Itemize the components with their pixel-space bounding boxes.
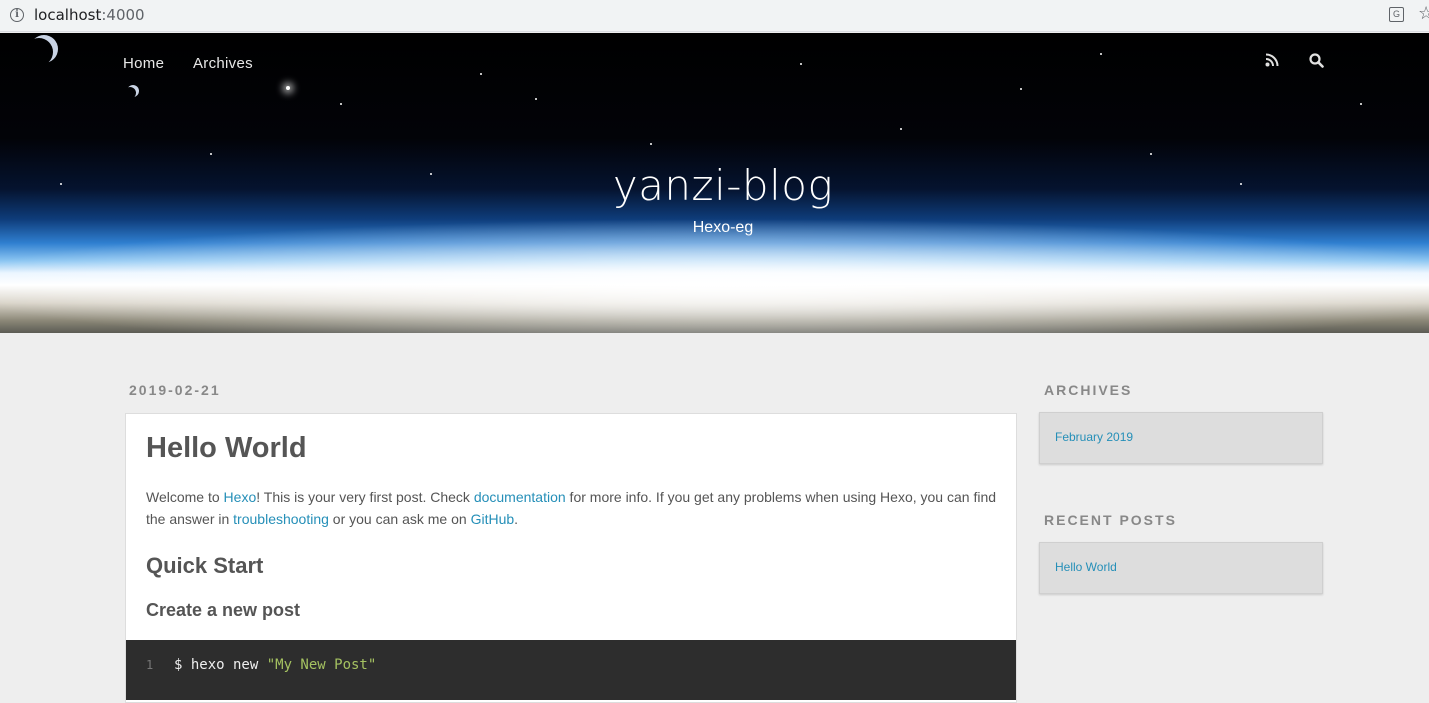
intro-text: ! This is your very first post. Check: [256, 489, 474, 505]
moon-decoration: [30, 35, 58, 63]
post-article: Hello World Welcome to Hexo! This is you…: [125, 413, 1017, 703]
intro-text: or you can ask me on: [328, 511, 471, 527]
nav-home-link[interactable]: Home: [123, 55, 164, 72]
star-decoration: [1100, 53, 1102, 55]
site-title[interactable]: yanzi-blog: [0, 161, 1429, 210]
bookmark-star-icon[interactable]: ☆: [1418, 3, 1429, 24]
url-field[interactable]: localhost:4000: [34, 6, 145, 24]
rss-icon[interactable]: [1265, 53, 1279, 72]
recent-posts-widget-title: RECENT POSTS: [1044, 512, 1177, 528]
info-icon[interactable]: i: [10, 8, 24, 22]
star-decoration: [480, 73, 482, 75]
archives-widget-title: ARCHIVES: [1044, 382, 1133, 398]
archives-widget: February 2019: [1039, 412, 1323, 464]
moon-decoration: [127, 85, 139, 97]
url-host: localhost: [34, 6, 102, 24]
github-link[interactable]: GitHub: [471, 511, 515, 527]
star-decoration: [340, 103, 342, 105]
translate-icon[interactable]: G: [1389, 7, 1404, 22]
intro-text: .: [514, 511, 519, 527]
star-decoration: [210, 153, 212, 155]
code-line: $ hexo new "My New Post": [174, 657, 376, 673]
heading-quick-start: Quick Start: [146, 553, 264, 578]
star-decoration: [1020, 88, 1022, 90]
hexo-link[interactable]: Hexo: [224, 489, 257, 505]
browser-address-bar: i localhost:4000 G ☆: [0, 0, 1429, 32]
heading-create-post: Create a new post: [146, 600, 301, 620]
star-decoration: [650, 143, 652, 145]
code-line-number: 1: [146, 658, 154, 672]
search-icon[interactable]: [1309, 53, 1324, 73]
code-block: 1 $ hexo new "My New Post": [126, 640, 1016, 700]
star-decoration: [535, 98, 537, 100]
nav-archives-link[interactable]: Archives: [193, 55, 253, 72]
post-title[interactable]: Hello World: [146, 432, 307, 465]
star-decoration: [1150, 153, 1152, 155]
archive-link-february-2019[interactable]: February 2019: [1055, 430, 1133, 444]
post-date[interactable]: 2019-02-21: [129, 382, 221, 398]
post-intro-paragraph: Welcome to Hexo! This is your very first…: [146, 486, 1006, 530]
star-decoration: [900, 128, 902, 130]
site-subtitle: Hexo-eg: [692, 219, 754, 236]
bright-star-decoration: [286, 86, 290, 90]
recent-post-link-hello-world[interactable]: Hello World: [1055, 560, 1117, 574]
url-port: :4000: [101, 6, 145, 24]
intro-text: Welcome to: [146, 489, 224, 505]
site-banner: Home Archives yanzi-blog Hexo-eg: [0, 33, 1429, 333]
star-decoration: [1360, 103, 1362, 105]
troubleshooting-link[interactable]: troubleshooting: [233, 511, 329, 527]
documentation-link[interactable]: documentation: [474, 489, 566, 505]
recent-posts-widget: Hello World: [1039, 542, 1323, 594]
code-command: $ hexo new: [174, 657, 267, 673]
code-string: "My New Post": [266, 657, 377, 673]
star-decoration: [800, 63, 802, 65]
